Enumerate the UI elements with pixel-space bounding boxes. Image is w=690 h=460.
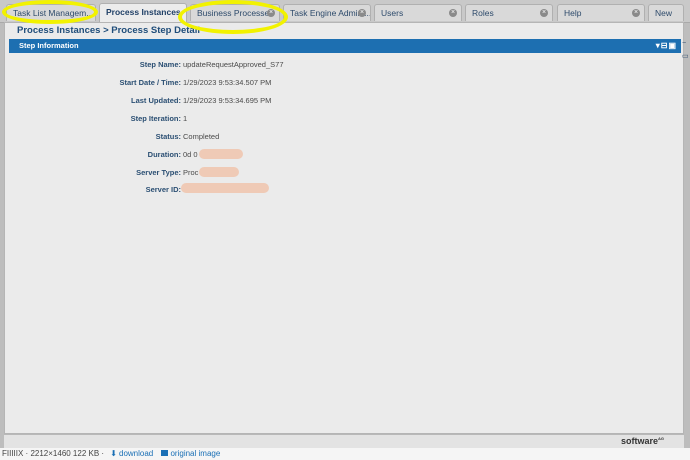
image-info-bar: FIIIIIX · 2212×1460 122 KB · ⬇ download o… bbox=[0, 448, 690, 460]
tab-label: Help bbox=[564, 8, 582, 18]
restore-icon[interactable]: ▭ bbox=[682, 52, 690, 62]
tab-label: New bbox=[655, 8, 673, 18]
close-icon[interactable]: × bbox=[449, 9, 457, 17]
tab-label: Task List Managem... bbox=[13, 8, 94, 18]
field-row: Status: Completed bbox=[5, 131, 685, 143]
field-label: Status: bbox=[155, 132, 181, 141]
tab-label: Roles bbox=[472, 8, 494, 18]
tab-process-instances[interactable]: Process Instances ▾ bbox=[99, 3, 187, 22]
tab-help[interactable]: Help × bbox=[557, 4, 645, 21]
logo-sup: AG bbox=[658, 436, 664, 441]
field-label: Server Type: bbox=[136, 168, 181, 177]
field-row: Server Type: Proc bbox=[5, 167, 685, 179]
close-icon[interactable]: × bbox=[267, 9, 275, 17]
download-link[interactable]: download bbox=[119, 449, 153, 458]
panel-header: Step Information ▾⊟▣ bbox=[9, 39, 681, 53]
field-value: 0d 0 bbox=[183, 150, 198, 159]
original-image-link[interactable]: original image bbox=[170, 449, 220, 458]
tab-label: Process Instances bbox=[106, 7, 181, 17]
image-icon bbox=[161, 450, 169, 456]
field-label: Duration: bbox=[147, 150, 181, 159]
tab-task-list-management[interactable]: Task List Managem... ▾ bbox=[6, 4, 96, 21]
redaction-mark bbox=[199, 149, 243, 159]
close-icon[interactable]: × bbox=[632, 9, 640, 17]
download-icon[interactable]: ⬇ bbox=[110, 448, 117, 460]
tab-task-engine-administration[interactable]: Task Engine Admini... × bbox=[283, 4, 371, 21]
tab-label: Users bbox=[381, 8, 404, 18]
field-label: Last Updated: bbox=[130, 96, 181, 105]
tab-new[interactable]: New bbox=[648, 4, 684, 21]
field-label: Step Name: bbox=[139, 60, 181, 69]
field-row: Step Name: updateRequestApproved_S77 bbox=[5, 59, 685, 71]
field-value: 1/29/2023 9:53:34.695 PM bbox=[183, 96, 272, 105]
tab-bar: Task List Managem... ▾ Process Instances… bbox=[0, 0, 690, 23]
breadcrumb: Process Instances > Process Step Detail bbox=[17, 25, 200, 36]
tab-label: Business Processes bbox=[197, 8, 274, 18]
field-row: Server ID: bbox=[5, 184, 685, 196]
main-page: Process Instances > Process Step Detail … bbox=[4, 22, 684, 434]
logo-text: software bbox=[620, 436, 658, 446]
redaction-mark bbox=[199, 167, 239, 177]
redaction-mark bbox=[181, 183, 269, 193]
close-icon[interactable]: × bbox=[540, 9, 548, 17]
field-value: 1/29/2023 9:53:34.507 PM bbox=[183, 78, 272, 87]
tab-roles[interactable]: Roles × bbox=[465, 4, 553, 21]
image-info: FIIIIIX · 2212×1460 122 KB · bbox=[2, 449, 105, 458]
field-row: Start Date / Time: 1/29/2023 9:53:34.507… bbox=[5, 77, 685, 89]
field-value: 1 bbox=[183, 114, 188, 123]
footer: softwareAG bbox=[4, 434, 684, 449]
field-label: Step Iteration: bbox=[130, 114, 181, 123]
software-ag-logo: softwareAG bbox=[621, 436, 664, 446]
field-value: Completed bbox=[183, 132, 220, 141]
field-row: Last Updated: 1/29/2023 9:53:34.695 PM bbox=[5, 95, 685, 107]
panel-title: Step Information bbox=[19, 41, 79, 50]
field-label: Server ID: bbox=[145, 185, 181, 194]
field-label: Start Date / Time: bbox=[119, 78, 181, 87]
field-value: Proc bbox=[183, 168, 199, 177]
tab-users[interactable]: Users × bbox=[374, 4, 462, 21]
field-value: updateRequestApproved_S77 bbox=[183, 60, 284, 69]
panel-controls-icon[interactable]: ▾⊟▣ bbox=[656, 39, 677, 53]
field-row: Duration: 0d 0 bbox=[5, 149, 685, 161]
field-row: Step Iteration: 1 bbox=[5, 113, 685, 125]
tab-business-processes[interactable]: Business Processes × bbox=[190, 4, 280, 21]
close-icon[interactable]: × bbox=[358, 9, 366, 17]
